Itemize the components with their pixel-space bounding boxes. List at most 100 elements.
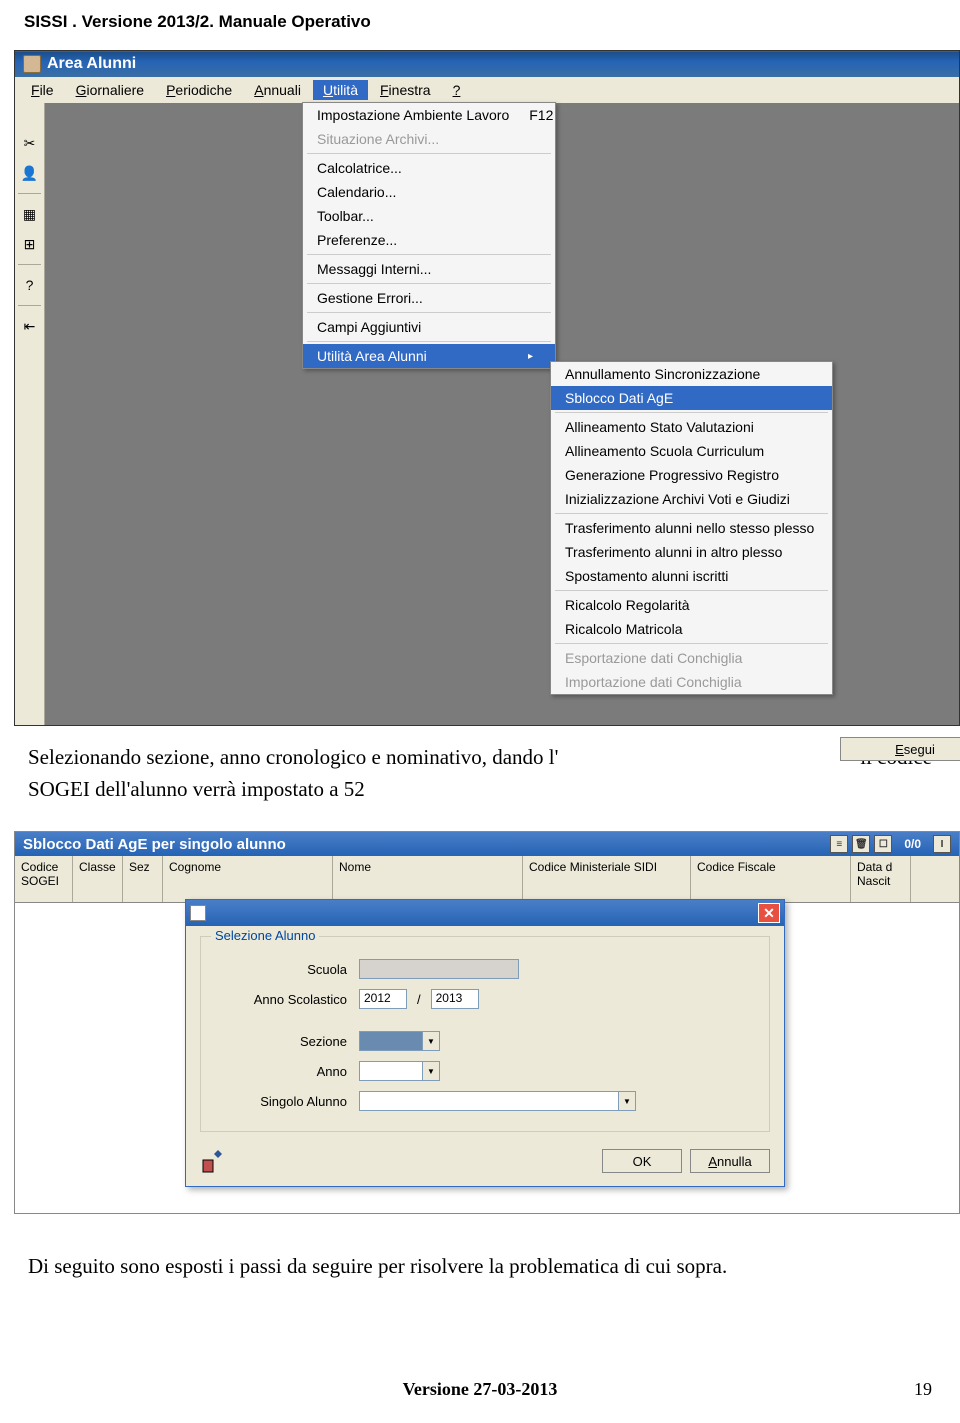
as-from-field[interactable]: 2012	[359, 989, 407, 1009]
column-header[interactable]: Codice Ministeriale SIDI	[523, 856, 691, 902]
menu-item-annuali[interactable]: Annuali	[244, 80, 311, 100]
grid-header: Codice SOGEIClasseSezCognomeNomeCodice M…	[15, 856, 959, 903]
menu-separator	[307, 153, 551, 154]
menu-item[interactable]: Calcolatrice...	[303, 156, 555, 180]
vertical-toolbar: ✂ 👤 ▦ ⊞ ? ⇤	[15, 103, 45, 725]
tool-icon-grid[interactable]: ▦	[20, 204, 40, 224]
dialog-titlebar[interactable]: ✕	[186, 900, 784, 926]
label-anno: Anno	[219, 1064, 359, 1079]
label-sezione: Sezione	[219, 1034, 359, 1049]
label-singolo-alunno: Singolo Alunno	[219, 1094, 359, 1109]
column-header[interactable]: Classe	[73, 856, 123, 902]
chevron-down-icon[interactable]: ▼	[619, 1091, 636, 1111]
esegui-button[interactable]: Esegui	[840, 737, 960, 761]
tool-icon-help[interactable]: ?	[20, 275, 40, 295]
tb-icon-3[interactable]: ☐	[874, 835, 892, 853]
menu-separator	[307, 254, 551, 255]
workspace: Impostazione Ambiente LavoroF12Situazion…	[45, 103, 959, 725]
page-number: 19	[914, 1379, 932, 1400]
menu-item[interactable]: Allineamento Stato Valutazioni	[551, 415, 832, 439]
menu-item[interactable]: Gestione Errori...	[303, 286, 555, 310]
sblocco-toolbar: ≡ 🗑 ☐ 0/0 I	[830, 835, 951, 853]
menu-item-file[interactable]: File	[21, 80, 64, 100]
menu-item[interactable]: Trasferimento alunni nello stesso plesso	[551, 516, 832, 540]
sblocco-titlebar: Sblocco Dati AgE per singolo alunno ≡ 🗑 …	[15, 832, 959, 856]
sblocco-title: Sblocco Dati AgE per singolo alunno	[23, 836, 286, 853]
menu-item-?[interactable]: ?	[443, 80, 471, 100]
ok-button[interactable]: OK	[602, 1149, 682, 1173]
menu-item[interactable]: Sblocco Dati AgE	[551, 386, 832, 410]
menu-item[interactable]: Messaggi Interni...	[303, 257, 555, 281]
utilita-area-alunni-submenu: Annullamento SincronizzazioneSblocco Dat…	[550, 361, 833, 695]
annulla-button[interactable]: Annulla	[690, 1149, 770, 1173]
footer-version: Versione 27-03-2013	[403, 1379, 558, 1399]
menu-item: Situazione Archivi...	[303, 127, 555, 151]
column-header[interactable]: Sez	[123, 856, 163, 902]
app-icon	[23, 55, 41, 73]
column-header[interactable]: Cognome	[163, 856, 333, 902]
tb-icon-1[interactable]: ≡	[830, 835, 848, 853]
menu-separator	[307, 341, 551, 342]
menu-item[interactable]: Generazione Progressivo Registro	[551, 463, 832, 487]
menu-item[interactable]: Impostazione Ambiente LavoroF12	[303, 103, 555, 127]
menu-item[interactable]: Preferenze...	[303, 228, 555, 252]
as-to-field[interactable]: 2013	[431, 989, 479, 1009]
menu-item[interactable]: Ricalcolo Matricola	[551, 617, 832, 641]
column-header[interactable]: Data d Nascit	[851, 856, 911, 902]
page-footer: Versione 27-03-2013 19	[0, 1289, 960, 1400]
menu-separator	[555, 643, 828, 644]
scuola-field	[359, 959, 519, 979]
tool-icon-exit[interactable]: ⇤	[20, 316, 40, 336]
singolo-alunno-combo[interactable]: ▼	[359, 1091, 636, 1111]
menu-separator	[307, 312, 551, 313]
tb-icon-2[interactable]: 🗑	[852, 835, 870, 853]
doc-header: SISSI . Versione 2013/2. Manuale Operati…	[0, 0, 960, 50]
tool-icon-4[interactable]: ⊞	[20, 234, 40, 254]
close-icon[interactable]: ✕	[758, 903, 780, 923]
label-scuola: Scuola	[219, 962, 359, 977]
utilita-dropdown: Impostazione Ambiente LavoroF12Situazion…	[302, 102, 556, 369]
column-header[interactable]: Codice Fiscale	[691, 856, 851, 902]
body-paragraph-2: Di seguito sono esposti i passi da segui…	[0, 1214, 960, 1289]
tool-icon-2[interactable]: 👤	[20, 163, 40, 183]
menu-item[interactable]: Annullamento Sincronizzazione	[551, 362, 832, 386]
column-header[interactable]: Codice SOGEI	[15, 856, 73, 902]
titlebar: Area Alunni	[15, 51, 959, 77]
anno-combo[interactable]: ▼	[359, 1061, 440, 1081]
menu-item[interactable]: Calendario...	[303, 180, 555, 204]
menu-item[interactable]: Spostamento alunni iscritti	[551, 564, 832, 588]
menu-item[interactable]: Inizializzazione Archivi Voti e Giudizi	[551, 487, 832, 511]
column-header[interactable]: Nome	[333, 856, 523, 902]
menu-separator	[307, 283, 551, 284]
chevron-down-icon[interactable]: ▼	[423, 1061, 440, 1081]
row-scuola: Scuola	[219, 959, 751, 979]
menu-item[interactable]: Toolbar...	[303, 204, 555, 228]
menu-separator	[555, 513, 828, 514]
reset-icon[interactable]	[200, 1148, 226, 1174]
menu-item-utilità[interactable]: Utilità	[313, 80, 368, 100]
row-anno-scolastico: Anno Scolastico 2012 / 2013	[219, 989, 751, 1009]
tb-icon-4[interactable]: I	[933, 835, 951, 853]
menu-item-finestra[interactable]: Finestra	[370, 80, 441, 100]
chevron-down-icon[interactable]: ▼	[423, 1031, 440, 1051]
sblocco-window: Sblocco Dati AgE per singolo alunno ≡ 🗑 …	[14, 831, 960, 1214]
menu-item-giornaliere[interactable]: Giornaliere	[66, 80, 154, 100]
tool-icon-1[interactable]: ✂	[20, 133, 40, 153]
menu-item-periodiche[interactable]: Periodiche	[156, 80, 242, 100]
app-title: Area Alunni	[47, 55, 136, 73]
selezione-alunno-dialog: ✕ Selezione Alunno Scuola Anno Scolastic…	[185, 899, 785, 1187]
row-sezione: Sezione ▼	[219, 1031, 751, 1051]
app-body: ✂ 👤 ▦ ⊞ ? ⇤ Impostazione Ambiente Lavoro…	[15, 103, 959, 725]
tool-sep	[18, 305, 41, 306]
menu-item[interactable]: Utilità Area Alunni	[303, 344, 555, 368]
menu-separator	[555, 590, 828, 591]
dialog-footer: OK Annulla	[186, 1142, 784, 1186]
menu-item[interactable]: Campi Aggiuntivi	[303, 315, 555, 339]
menu-item[interactable]: Ricalcolo Regolarità	[551, 593, 832, 617]
tool-sep	[18, 193, 41, 194]
grid-body: ✕ Selezione Alunno Scuola Anno Scolastic…	[15, 903, 959, 1213]
menu-item[interactable]: Allineamento Scuola Curriculum	[551, 439, 832, 463]
menu-item[interactable]: Trasferimento alunni in altro plesso	[551, 540, 832, 564]
row-anno: Anno ▼	[219, 1061, 751, 1081]
sezione-combo[interactable]: ▼	[359, 1031, 440, 1051]
